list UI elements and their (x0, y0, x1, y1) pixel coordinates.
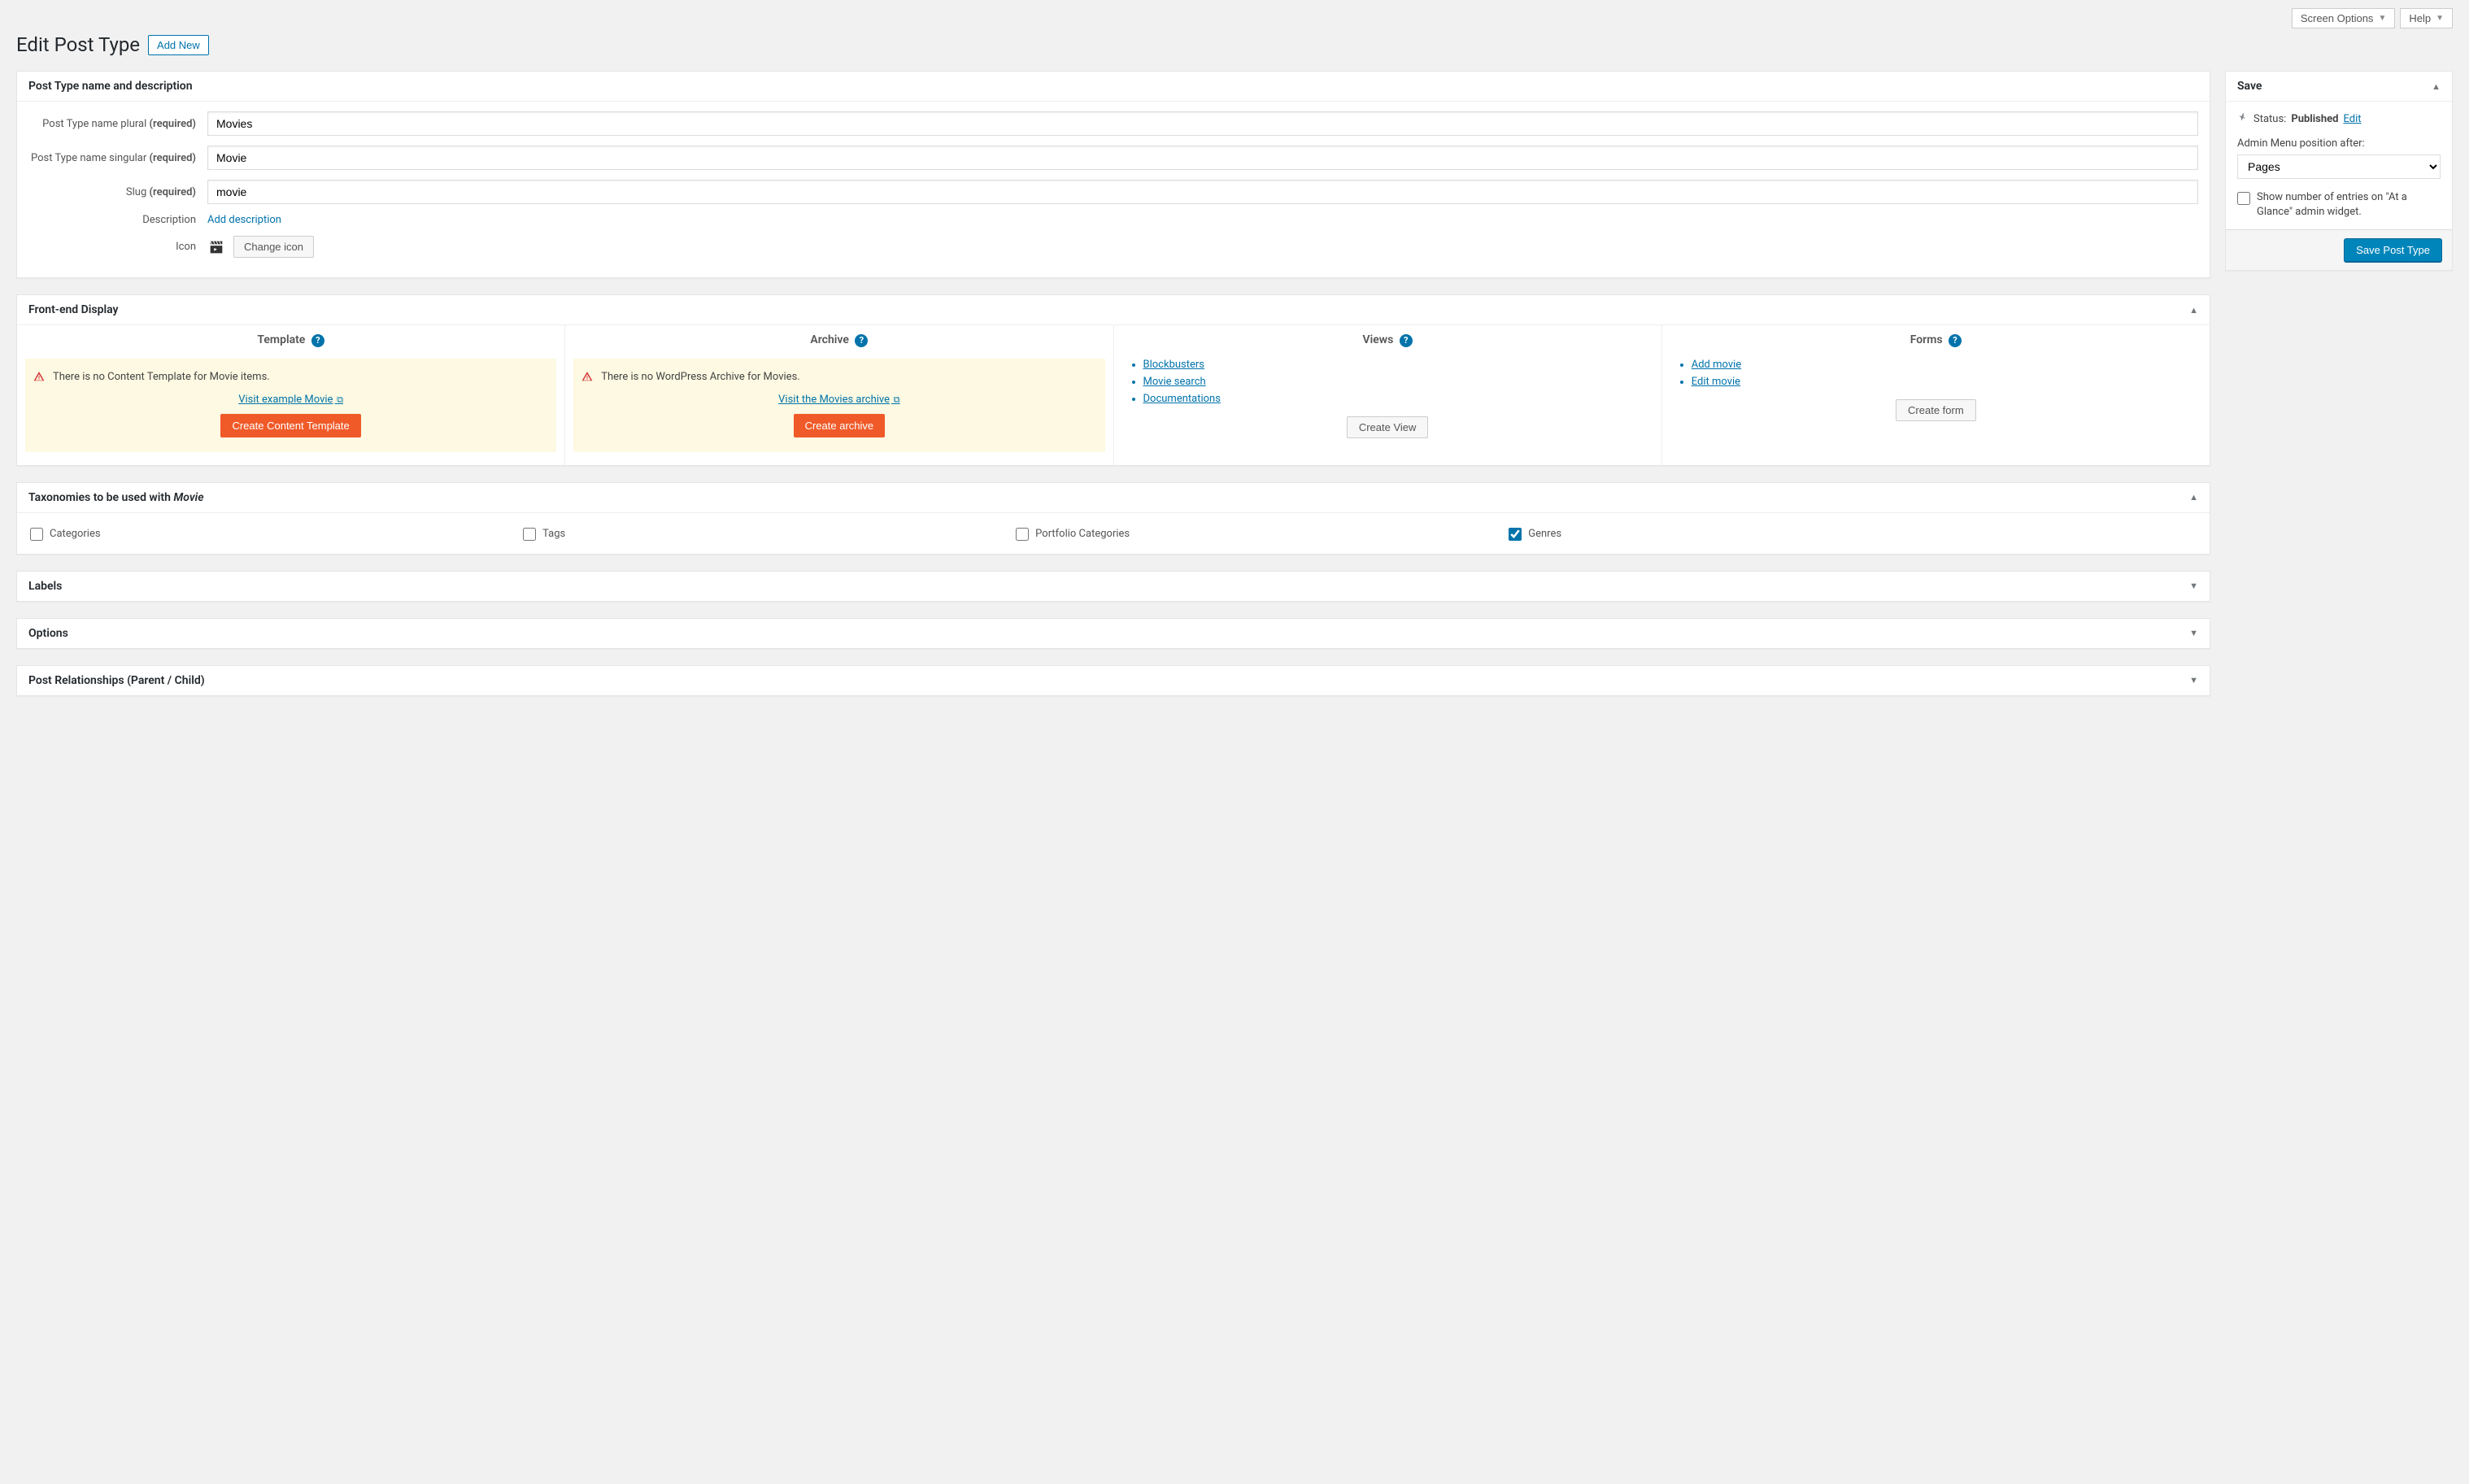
expand-toggle-icon[interactable]: ▼ (2189, 581, 2198, 591)
taxonomy-label: Categories (50, 528, 101, 540)
view-link[interactable]: Documentations (1143, 393, 1221, 405)
taxonomy-checkbox[interactable] (1016, 528, 1029, 541)
list-item: Documentations (1143, 393, 1653, 405)
status-value: Published (2291, 113, 2338, 125)
glance-checkbox[interactable] (2237, 192, 2250, 205)
visit-example-link[interactable]: Visit example Movie ⧉ (238, 394, 343, 406)
list-item: Edit movie (1692, 376, 2201, 388)
taxonomy-item[interactable]: Tags (523, 528, 999, 541)
edit-status-link[interactable]: Edit (2343, 113, 2361, 125)
menu-position-label: Admin Menu position after: (2237, 137, 2441, 150)
expand-toggle-icon[interactable]: ▼ (2189, 628, 2198, 638)
column-header-archive: Archive ? (573, 325, 1104, 359)
field-label-slug: Slug (required) (28, 186, 207, 198)
field-label-singular: Post Type name singular (required) (28, 152, 207, 164)
create-content-template-button[interactable]: Create Content Template (220, 414, 360, 437)
help-icon[interactable]: ? (855, 334, 868, 347)
column-header-template: Template ? (25, 325, 556, 359)
change-icon-button[interactable]: Change icon (233, 236, 314, 258)
chevron-down-icon: ▼ (2436, 14, 2444, 23)
column-header-views: Views ? (1122, 325, 1653, 359)
screen-options-label: Screen Options (2301, 12, 2374, 24)
field-label-icon: Icon (28, 241, 207, 253)
save-post-type-button[interactable]: Save Post Type (2344, 238, 2442, 262)
help-button[interactable]: Help ▼ (2400, 8, 2453, 28)
view-link[interactable]: Movie search (1143, 376, 1206, 388)
warning-icon (581, 371, 593, 385)
add-new-button[interactable]: Add New (148, 35, 209, 55)
add-description-link[interactable]: Add description (207, 214, 281, 226)
view-link[interactable]: Blockbusters (1143, 359, 1205, 371)
warning-icon (33, 371, 45, 385)
postbox-name-description: Post Type name and description Post Type… (16, 71, 2210, 278)
form-link[interactable]: Add movie (1692, 359, 1741, 371)
taxonomy-label: Genres (1528, 528, 1561, 540)
post-type-plural-input[interactable] (207, 111, 2198, 136)
taxonomy-checkbox[interactable] (30, 528, 43, 541)
help-icon[interactable]: ? (1949, 334, 1962, 347)
list-item: Blockbusters (1143, 359, 1653, 371)
postbox-title: Post Type name and description (28, 80, 193, 93)
form-link[interactable]: Edit movie (1692, 376, 1740, 388)
help-label: Help (2409, 12, 2431, 24)
postbox-title: Save (2237, 80, 2262, 93)
field-label-description: Description (28, 214, 207, 226)
field-label-plural: Post Type name plural (required) (28, 118, 207, 130)
status-label: Status: (2253, 113, 2286, 125)
postbox-labels: Labels ▼ (16, 571, 2210, 602)
help-icon[interactable]: ? (311, 334, 324, 347)
postbox-title: Taxonomies to be used with Movie (28, 491, 204, 504)
column-header-forms: Forms ? (1670, 325, 2201, 359)
glance-checkbox-row[interactable]: Show number of entries on "At a Glance" … (2237, 190, 2441, 220)
taxonomy-item[interactable]: Genres (1509, 528, 1985, 541)
visit-archive-link[interactable]: Visit the Movies archive ⧉ (778, 394, 899, 406)
clapperboard-icon (207, 238, 225, 256)
archive-warning-text: There is no WordPress Archive for Movies… (601, 370, 799, 385)
create-archive-button[interactable]: Create archive (794, 414, 886, 437)
collapse-toggle-icon[interactable]: ▲ (2432, 81, 2441, 92)
expand-toggle-icon[interactable]: ▼ (2189, 675, 2198, 685)
create-form-button[interactable]: Create form (1896, 399, 1976, 421)
template-warning-text: There is no Content Template for Movie i… (53, 370, 270, 385)
taxonomy-label: Tags (542, 528, 565, 540)
external-link-icon: ⧉ (891, 394, 900, 405)
taxonomy-item[interactable]: Categories (30, 528, 507, 541)
postbox-frontend-display: Front-end Display ▲ Template ? There i (16, 294, 2210, 466)
list-item: Add movie (1692, 359, 2201, 371)
post-type-singular-input[interactable] (207, 146, 2198, 170)
external-link-icon: ⧉ (334, 394, 343, 405)
chevron-down-icon: ▼ (2378, 14, 2386, 23)
taxonomy-checkbox[interactable] (1509, 528, 1522, 541)
postbox-title: Front-end Display (28, 303, 119, 316)
glance-label: Show number of entries on "At a Glance" … (2257, 190, 2441, 220)
collapse-toggle-icon[interactable]: ▲ (2189, 492, 2198, 503)
post-type-slug-input[interactable] (207, 180, 2198, 204)
postbox-title: Labels (28, 580, 62, 593)
taxonomy-checkbox[interactable] (523, 528, 536, 541)
postbox-title: Post Relationships (Parent / Child) (28, 674, 205, 687)
postbox-save: Save ▲ Status: Published Edit Admin Menu… (2225, 71, 2453, 271)
list-item: Movie search (1143, 376, 1653, 388)
postbox-title: Options (28, 627, 68, 640)
taxonomy-label: Portfolio Categories (1035, 528, 1130, 540)
postbox-options: Options ▼ (16, 618, 2210, 649)
postbox-taxonomies: Taxonomies to be used with Movie ▲ Categ… (16, 482, 2210, 555)
create-view-button[interactable]: Create View (1347, 416, 1429, 438)
help-icon[interactable]: ? (1400, 334, 1413, 347)
page-title: Edit Post Type (16, 33, 140, 56)
screen-options-button[interactable]: Screen Options ▼ (2292, 8, 2396, 28)
taxonomy-item[interactable]: Portfolio Categories (1016, 528, 1492, 541)
collapse-toggle-icon[interactable]: ▲ (2189, 305, 2198, 316)
pin-icon (2237, 111, 2249, 126)
postbox-relationships: Post Relationships (Parent / Child) ▼ (16, 665, 2210, 696)
menu-position-select[interactable]: Pages (2237, 154, 2441, 179)
